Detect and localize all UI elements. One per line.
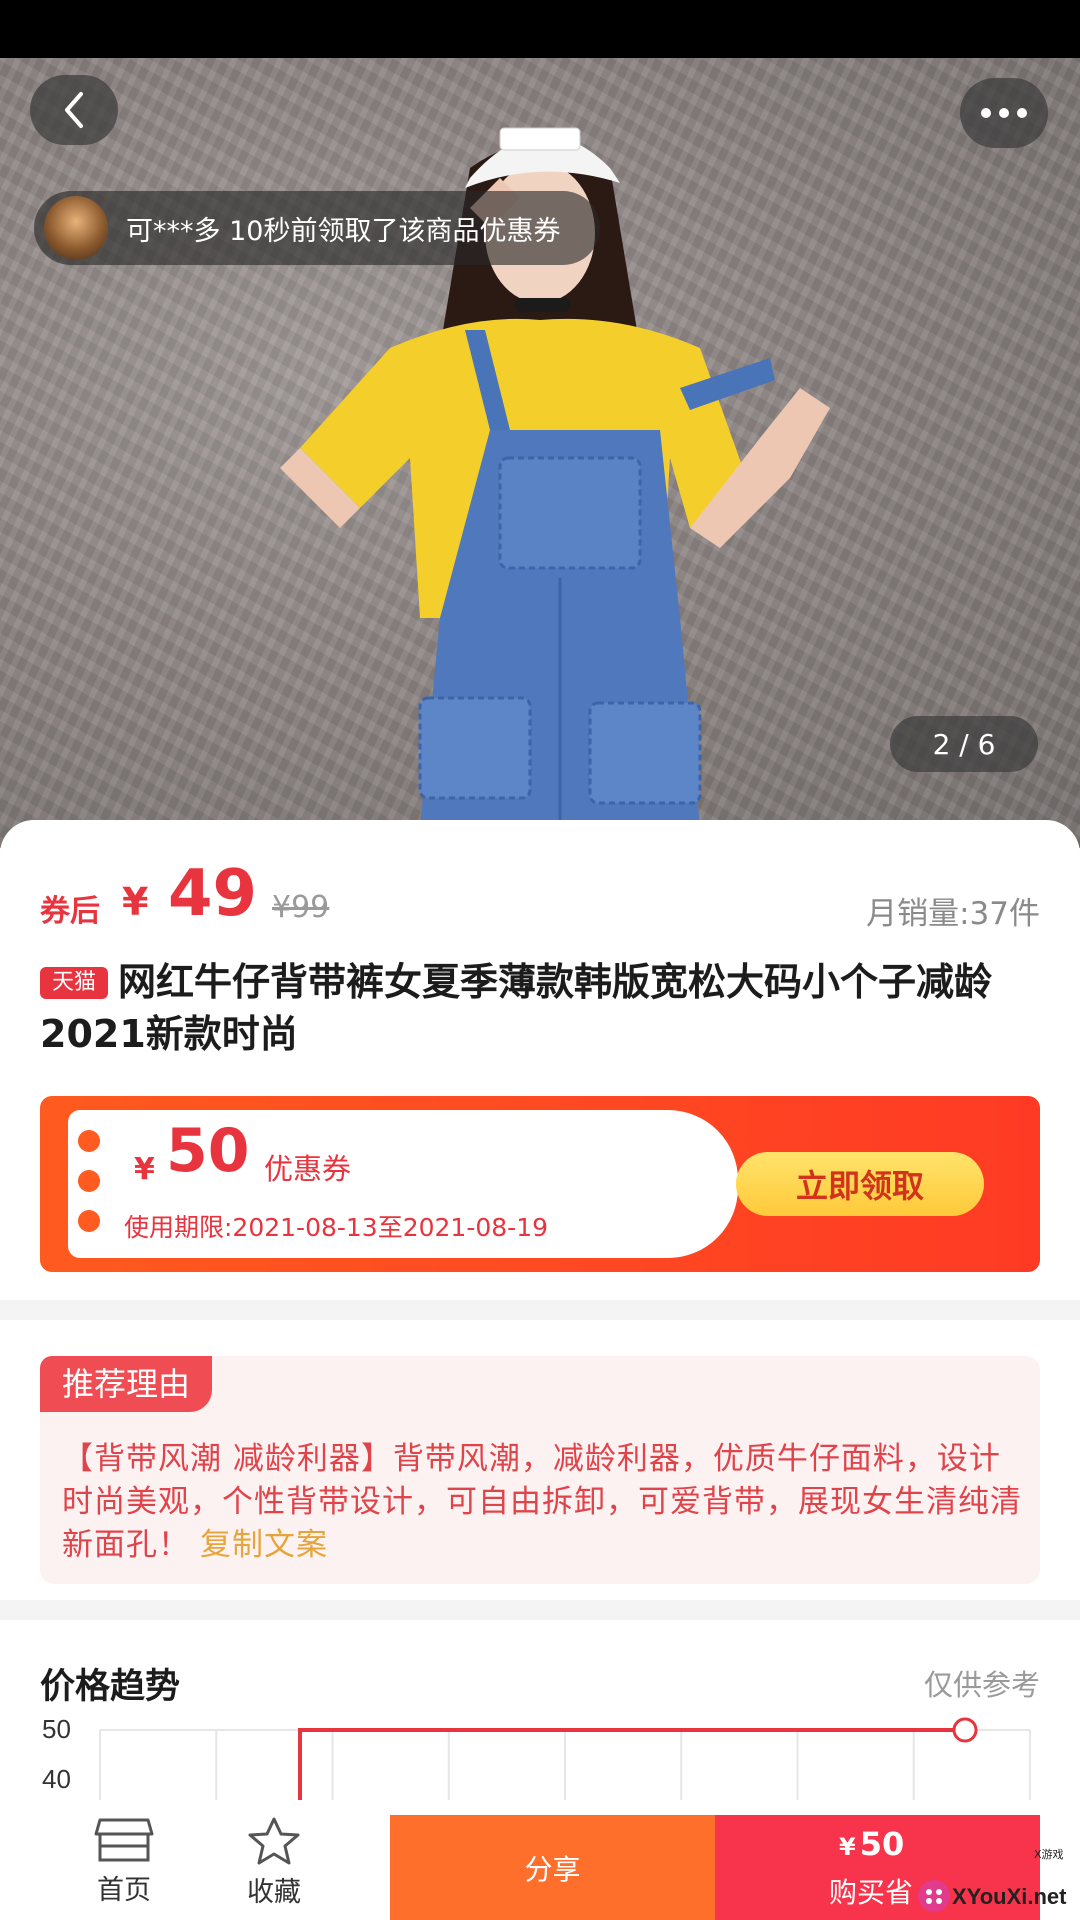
after-coupon-label: 券后 [40, 894, 100, 929]
product-title: 天猫 网红牛仔背带裤女夏季薄款韩版宽松大码小个子减龄2021新款时尚 [40, 956, 1040, 1060]
coupon-claim-notice: 可***多 10秒前领取了该商品优惠券 [34, 191, 601, 265]
star-icon [248, 1817, 300, 1865]
gallery-pager: 2 / 6 [890, 716, 1038, 772]
price-currency: ¥ [122, 880, 149, 924]
price-row: 券后 ¥ 49 ¥99 月销量:37件 [40, 856, 1040, 936]
share-button[interactable]: 分享 [390, 1815, 715, 1920]
more-dots-icon [981, 108, 1027, 118]
back-button[interactable] [30, 75, 118, 145]
svg-text:XYouXi.net: XYouXi.net [952, 1884, 1067, 1909]
avatar [44, 196, 108, 260]
copy-text-link[interactable]: 复制文案 [200, 1527, 328, 1563]
svg-text:X游戏: X游戏 [1034, 1848, 1064, 1861]
claim-coupon-button[interactable]: 立即领取 [736, 1152, 984, 1216]
trend-title: 价格趋势 [40, 1667, 181, 1707]
product-title-text: 网红牛仔背带裤女夏季薄款韩版宽松大码小个子减龄2021新款时尚 [40, 960, 993, 1056]
chevron-left-icon [65, 92, 83, 128]
original-price: ¥99 [272, 890, 330, 925]
recommend-box: 推荐理由 【背带风潮 减龄利器】背带风潮，减龄利器，优质牛仔面料，设计时尚美观，… [40, 1356, 1040, 1584]
coupon-ticket: ¥ 50 优惠券 使用期限:2021-08-13至2021-08-19 [68, 1110, 738, 1258]
y-tick-label: 40 [42, 1764, 71, 1794]
buy-label: 购买省 [829, 1876, 914, 1909]
more-button[interactable] [960, 78, 1048, 148]
trend-note: 仅供参考 [923, 1668, 1040, 1702]
recommend-tag: 推荐理由 [40, 1356, 213, 1412]
coupon-validity: 使用期限:2021-08-13至2021-08-19 [124, 1213, 548, 1242]
buy-currency: ¥ [839, 1833, 856, 1861]
monthly-sales: 月销量:37件 [866, 896, 1040, 932]
coupon-card[interactable]: ¥ 50 优惠券 使用期限:2021-08-13至2021-08-19 立即领取 [40, 1096, 1040, 1272]
notice-text: 可***多 10秒前领取了该商品优惠券 [126, 215, 561, 247]
coupon-notch [78, 1210, 100, 1232]
status-bar [0, 0, 1080, 58]
nav-home-label: 首页 [97, 1875, 151, 1906]
data-point [952, 1717, 978, 1743]
coupon-amount: 50 [166, 1116, 250, 1186]
product-detail-page: 可***多 10秒前领取了该商品优惠券 2 / 6 券后 ¥ 49 ¥99 月销… [0, 0, 1080, 1920]
nav-home[interactable]: 首页 [64, 1816, 184, 1916]
site-watermark-logo: X游戏 XYouXi.net [918, 1848, 1067, 1912]
product-info-card: 券后 ¥ 49 ¥99 月销量:37件 天猫 网红牛仔背带裤女夏季薄款韩版宽松大码… [0, 820, 1080, 1300]
coupon-notch [78, 1170, 100, 1192]
platform-tag: 天猫 [40, 967, 109, 999]
shop-icon [94, 1818, 154, 1862]
product-image-gallery[interactable]: 可***多 10秒前领取了该商品优惠券 2 / 6 [0, 58, 1080, 848]
buy-amount: 50 [859, 1825, 905, 1863]
nav-favorite-label: 收藏 [247, 1877, 301, 1908]
coupon-price: 49 [168, 857, 258, 931]
coupon-notch [78, 1130, 100, 1152]
buy-saving: ¥50 [839, 1825, 904, 1863]
nav-favorite[interactable]: 收藏 [214, 1816, 334, 1916]
coupon-currency: ¥ [134, 1152, 155, 1187]
coupon-label: 优惠券 [264, 1152, 352, 1186]
recommend-section: 推荐理由 【背带风潮 减龄利器】背带风潮，减龄利器，优质牛仔面料，设计时尚美观，… [0, 1320, 1080, 1600]
recommend-text-block: 【背带风潮 减龄利器】背带风潮，减龄利器，优质牛仔面料，设计时尚美观，个性背带设… [62, 1438, 1028, 1567]
y-tick-label: 50 [42, 1716, 71, 1744]
